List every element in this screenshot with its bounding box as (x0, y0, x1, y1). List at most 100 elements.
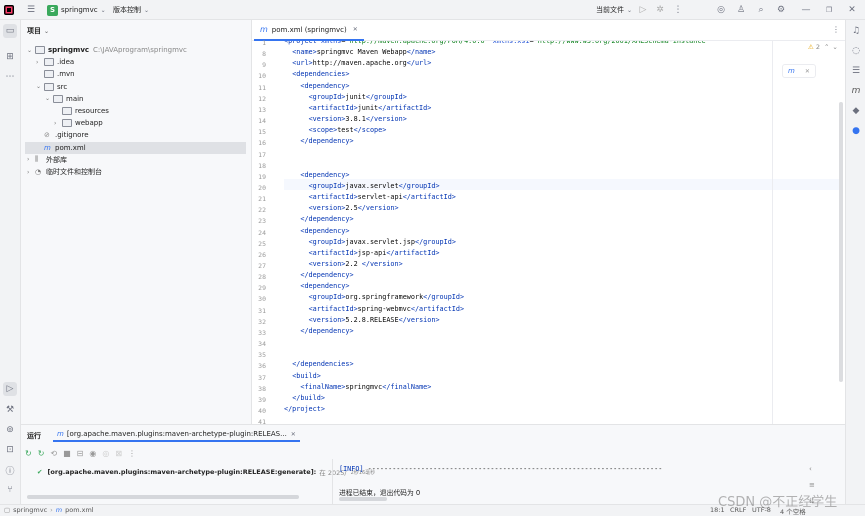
tree-item-src[interactable]: ⌄ src (36, 81, 67, 93)
database-icon[interactable]: ☰ (849, 64, 863, 78)
code-token: <dependencies> (292, 70, 350, 79)
close-tab-icon[interactable]: ✕ (353, 26, 358, 33)
tree-item-pomxml[interactable]: m pom.xml (25, 141, 246, 154)
tab-pom-xml[interactable]: m pom.xml (springmvc) ✕ (254, 20, 364, 41)
debug-icon[interactable]: ✲ (655, 0, 665, 20)
code-token: <dependency> (300, 170, 350, 179)
project-folder-icon[interactable]: ▭ (3, 24, 17, 38)
run-config-selector[interactable]: 当前文件 ⌄ (596, 0, 632, 20)
main-menu-icon[interactable]: ☰ (25, 0, 37, 20)
tree-item-main[interactable]: ⌄ main (45, 93, 84, 105)
structure-icon[interactable]: ⊞ (3, 50, 17, 64)
run-tool-icon[interactable]: ▷ (3, 382, 17, 396)
code-token: servlet-api (357, 193, 403, 202)
chevron-down-icon[interactable]: ⌄ (27, 47, 35, 54)
run-icon[interactable]: ▷ (638, 0, 648, 20)
add-user-icon[interactable]: ♙ (736, 0, 746, 20)
build-hammer-icon[interactable]: ⚒ (3, 403, 17, 417)
tab-options-icon[interactable]: ⋮ (832, 25, 840, 34)
tree-item-idea[interactable]: › .idea (36, 56, 74, 68)
settings-gear-icon[interactable]: ⚙ (776, 0, 786, 20)
code-line: <version>5.2.8.RELEASE</version> (284, 316, 440, 327)
tree-item-webapp[interactable]: › webapp (54, 117, 103, 129)
code-line: <artifactId>spring-webmvc</artifactId> (284, 305, 465, 316)
export-icon[interactable]: ⊠ (115, 449, 122, 458)
scroll-up-icon[interactable]: ‹ (809, 465, 815, 473)
code-token: <finalName> (300, 382, 346, 391)
run-tab[interactable]: m [org.apache.maven.plugins:maven-archet… (53, 428, 300, 442)
code-token: </dependency> (300, 137, 354, 146)
tree-item-label: main (66, 94, 84, 103)
close-tab-icon[interactable]: ✕ (291, 431, 296, 438)
breadcrumb-file[interactable]: pom.xml (65, 506, 94, 514)
code-token: </version> (365, 115, 407, 124)
code-token: <groupId> (308, 181, 346, 190)
rerun-failed-icon[interactable]: ↻ (38, 449, 45, 458)
ai-icon[interactable]: ◌ (849, 44, 863, 58)
chevron-right-icon[interactable]: › (27, 169, 35, 176)
code-area[interactable]: <project xmlns="http://maven.apache.org/… (284, 41, 839, 424)
maven-reload-icon[interactable]: m (788, 67, 795, 75)
services-icon[interactable]: ⊚ (3, 423, 17, 437)
close-window-icon[interactable]: ✕ (846, 0, 858, 20)
rerun-icon[interactable]: ↻ (25, 449, 32, 458)
code-token: 2.5 (345, 204, 358, 213)
chevron-right-icon[interactable]: › (54, 120, 62, 127)
folder-icon (44, 82, 54, 91)
tree-item-gitignore[interactable]: ⊘ .gitignore (36, 129, 89, 141)
tree-item-springmvc[interactable]: ⌄ springmvc C:\JAVAprogram\springmvc (27, 44, 187, 56)
wrap-icon[interactable]: ≡ (809, 481, 815, 489)
maven-tool-icon[interactable]: m (849, 84, 863, 98)
next-highlight-icon[interactable]: ⌄ (832, 43, 837, 51)
more-icon[interactable]: ⋮ (128, 449, 136, 458)
vertical-scrollbar[interactable] (839, 102, 843, 382)
code-token: </dependency> (300, 271, 354, 280)
code-token: </finalName> (382, 382, 432, 391)
chevron-right-icon[interactable]: › (27, 156, 35, 163)
git-icon[interactable]: ⑂ (3, 483, 17, 497)
inspection-widget[interactable]: ⚠ 2 ⌃ ⌄ (808, 43, 838, 51)
previous-highlight-icon[interactable]: ⌃ (824, 43, 829, 51)
toggle-icon[interactable]: ⟲ (50, 449, 57, 458)
ai-assistant-icon[interactable]: ◎ (716, 0, 726, 20)
notifications-bell-icon[interactable]: ♫ (849, 24, 863, 38)
app-logo-icon (4, 0, 16, 20)
chevron-down-icon: ⌄ (627, 6, 633, 14)
line-number: 20 (258, 183, 266, 192)
code-with-me-icon[interactable]: ◆ (849, 104, 863, 118)
console-horizontal-scrollbar[interactable] (339, 497, 387, 501)
vcs-menu[interactable]: 版本控制 ⌄ (113, 0, 149, 20)
run-task-row[interactable]: ✔ [org.apache.maven.plugins:maven-archet… (37, 467, 375, 477)
project-switcher[interactable]: S springmvc ⌄ (47, 0, 106, 20)
more-actions-icon[interactable]: ⋮ (673, 0, 683, 20)
terminal-icon[interactable]: ⊡ (3, 443, 17, 457)
tree-item-mvn[interactable]: .mvn (36, 68, 75, 80)
line-number: 26 (258, 250, 266, 259)
chevron-down-icon[interactable]: ⌄ (45, 95, 53, 102)
code-token: </dependency> (300, 326, 354, 335)
restore-icon[interactable]: ❐ (823, 0, 835, 20)
eye-icon[interactable]: ◉ (89, 449, 96, 458)
breadcrumb-project[interactable]: springmvc (13, 506, 47, 514)
minimize-icon[interactable]: — (800, 0, 812, 20)
chevron-right-icon[interactable]: › (36, 59, 44, 66)
chat-icon[interactable]: ● (849, 124, 863, 138)
tree-horizontal-scrollbar[interactable] (27, 495, 299, 499)
close-popup-icon[interactable]: ✕ (805, 68, 810, 75)
problems-icon[interactable]: ⓘ (3, 463, 17, 477)
camera-icon[interactable]: ◎ (102, 449, 109, 458)
code-token: javax.servlet (345, 181, 399, 190)
stop-icon[interactable]: ■ (63, 449, 71, 458)
tree-item-[interactable]: › ⫼ 外部库 (27, 154, 67, 166)
more-tools-icon[interactable]: ⋯ (3, 70, 17, 84)
code-token: springmvc (345, 382, 383, 391)
chevron-down-icon[interactable]: ⌄ (36, 83, 44, 90)
tree-item-[interactable]: › ◔ 临时文件和控制台 (27, 166, 102, 178)
search-icon[interactable]: ⌕ (756, 0, 766, 20)
code-token: <scope> (308, 126, 338, 135)
tree-item-resources[interactable]: resources (54, 105, 109, 117)
filter-icon[interactable]: ⊟ (77, 449, 84, 458)
